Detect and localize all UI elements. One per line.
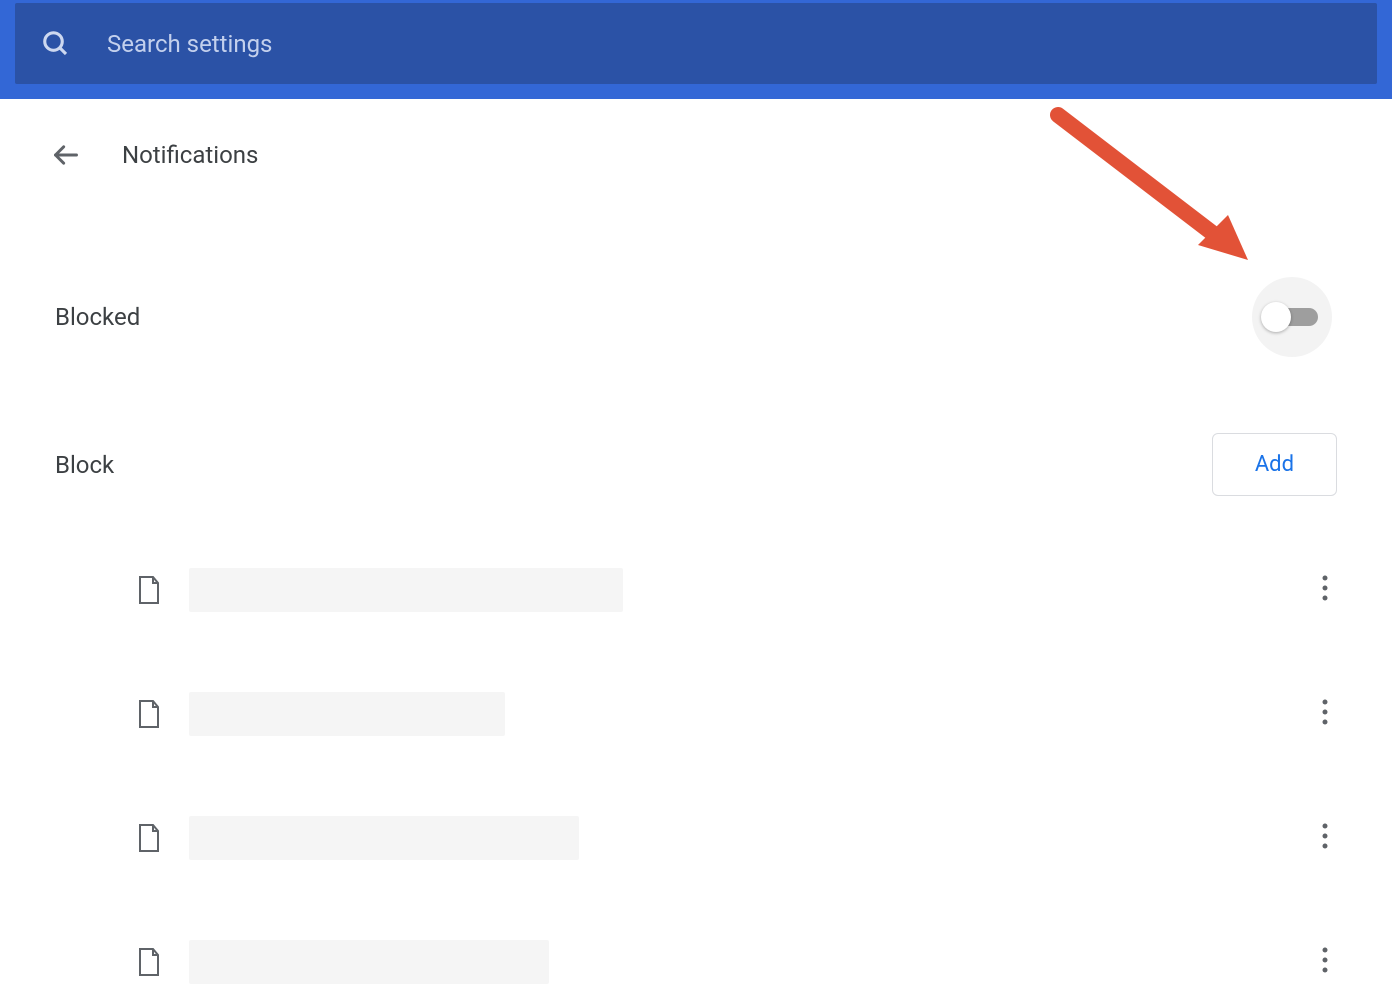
blocked-toggle-row: Blocked: [55, 239, 1337, 395]
more-actions-icon[interactable]: [1313, 938, 1337, 986]
blocked-toggle[interactable]: [1247, 277, 1337, 357]
site-name-placeholder: [189, 568, 623, 612]
list-item: [137, 670, 1337, 758]
back-arrow-icon[interactable]: [52, 141, 80, 169]
settings-content: Notifications Blocked Block Add: [15, 99, 1377, 1006]
blocked-site-list: [55, 546, 1337, 1006]
settings-header: [0, 0, 1392, 99]
search-input[interactable]: [107, 30, 1351, 58]
list-item: [137, 546, 1337, 634]
block-section: Block Add: [55, 413, 1337, 516]
page-icon: [137, 575, 161, 605]
site-name-placeholder: [189, 816, 579, 860]
page-title: Notifications: [122, 141, 258, 169]
search-icon: [41, 29, 71, 59]
site-name-placeholder: [189, 692, 505, 736]
list-item: [137, 918, 1337, 1006]
page-header: Notifications: [52, 99, 1337, 189]
more-actions-icon[interactable]: [1313, 566, 1337, 614]
list-item: [137, 794, 1337, 882]
more-actions-icon[interactable]: [1313, 814, 1337, 862]
search-bar[interactable]: [15, 3, 1377, 84]
site-name-placeholder: [189, 940, 549, 984]
block-label: Block: [55, 451, 114, 479]
page-icon: [137, 823, 161, 853]
blocked-label: Blocked: [55, 303, 140, 331]
more-actions-icon[interactable]: [1313, 690, 1337, 738]
add-button[interactable]: Add: [1212, 433, 1337, 496]
page-icon: [137, 699, 161, 729]
page-icon: [137, 947, 161, 977]
